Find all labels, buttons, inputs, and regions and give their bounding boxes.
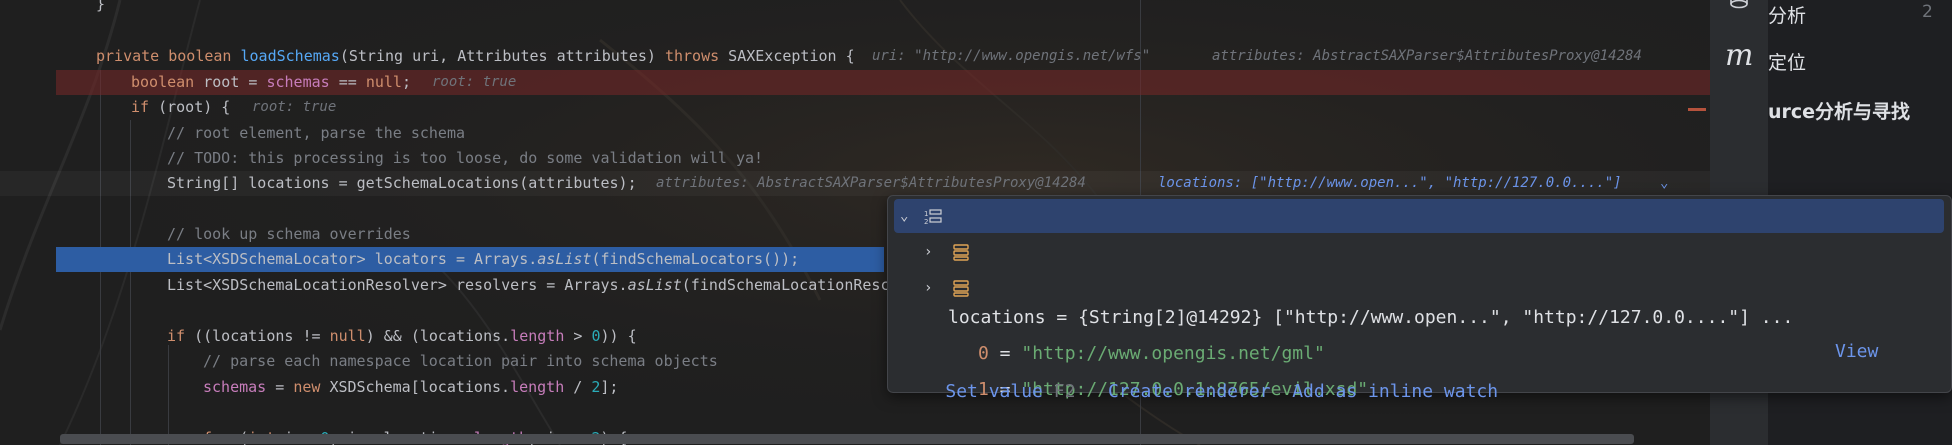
svg-text:2: 2 xyxy=(924,218,928,225)
horizontal-scrollbar[interactable] xyxy=(60,434,1634,444)
code-line[interactable]: String[] locations = getSchemaLocations(… xyxy=(0,171,1710,197)
maven-icon[interactable]: m xyxy=(1725,38,1753,73)
code-line[interactable]: if (root) { root: true xyxy=(0,95,1710,120)
code-text: if ((locations != null) && (locations.le… xyxy=(167,327,637,345)
field-icon xyxy=(953,280,969,297)
inline-value-link[interactable]: locations: ["http://www.open...", "http:… xyxy=(1158,171,1622,196)
create-renderer-link[interactable]: Create renderer xyxy=(1108,381,1271,402)
tree-node-locations[interactable]: ⌄ 1 2 locations = {String[2]@14292} ["ht… xyxy=(894,199,1944,362)
code-comment: // look up schema overrides xyxy=(167,225,411,243)
code-line[interactable]: boolean root = schemas == null; root: tr… xyxy=(0,70,1710,95)
chevron-right-icon[interactable]: › xyxy=(924,235,932,269)
code-line[interactable]: private boolean loadSchemas(String uri, … xyxy=(0,44,1710,69)
shortcut-label: F2 xyxy=(1053,381,1076,402)
outline-item-active[interactable]: urce分析与寻找 xyxy=(1768,97,1910,124)
code-text: List<XSDSchemaLocator> locators = Arrays… xyxy=(167,250,800,268)
item-count: 2 xyxy=(1922,2,1933,22)
inline-debug-hint: uri: "http://www.opengis.net/wfs" xyxy=(872,48,1151,64)
code-text: } xyxy=(96,0,106,13)
code-line[interactable]: // TODO: this processing is too loose, d… xyxy=(0,146,1710,171)
add-inline-watch-link[interactable]: Add as inline watch xyxy=(1292,381,1498,402)
code-line[interactable]: // root element, parse the schema xyxy=(0,121,1710,146)
code-text: if (root) { xyxy=(131,98,231,116)
database-icon[interactable] xyxy=(1728,0,1750,12)
inline-debug-hint: root: true xyxy=(252,99,337,115)
code-text: schemas = new XSDSchema[locations.length… xyxy=(203,378,619,396)
popup-actions: Set value F2 Create renderer Add as inli… xyxy=(902,356,1498,428)
code-text: boolean root = schemas == null; xyxy=(131,73,411,91)
chevron-down-icon[interactable]: ⌄ xyxy=(1660,171,1668,196)
array-icon: 1 2 xyxy=(924,209,942,225)
inline-debug-hint: attributes: AbstractSAXParser$Attributes… xyxy=(656,175,1086,191)
debug-value-popup[interactable]: ⌄ 1 2 locations = {String[2]@14292} ["ht… xyxy=(887,195,1952,402)
tree-node-item-1[interactable]: › 1 = "http://127.0.0.1:8765/evil.xsd" xyxy=(894,271,1944,400)
inline-debug-hint: root: true xyxy=(432,74,517,90)
tree-node-item-0[interactable]: › 0 = "http://www.opengis.net/gml" xyxy=(894,235,1944,364)
code-text: String[] locations = getSchemaLocations(… xyxy=(167,174,637,192)
error-stripe-marker[interactable] xyxy=(1688,108,1706,111)
variable-expression: locations = {String[2]@14292} ["http://w… xyxy=(948,307,1794,328)
outline-item[interactable]: 分析 xyxy=(1768,1,1806,28)
svg-text:1: 1 xyxy=(924,210,928,218)
method-signature: private boolean loadSchemas(String uri, … xyxy=(96,47,855,65)
code-text: List<XSDSchemaLocationResolver> resolver… xyxy=(167,276,890,294)
outline-item[interactable]: 定位 xyxy=(1768,48,1806,75)
inline-debug-hint: attributes: AbstractSAXParser$Attributes… xyxy=(1212,48,1642,64)
chevron-down-icon[interactable]: ⌄ xyxy=(900,199,908,233)
chevron-right-icon[interactable]: › xyxy=(924,271,932,305)
field-icon xyxy=(953,244,969,261)
set-value-link[interactable]: Set value xyxy=(945,381,1043,402)
view-link[interactable]: View xyxy=(1835,335,1878,369)
code-comment: // TODO: this processing is too loose, d… xyxy=(167,149,764,167)
code-line[interactable]: } xyxy=(0,0,1710,17)
code-comment: // root element, parse the schema xyxy=(167,124,466,142)
code-comment: // parse each namespace location pair in… xyxy=(203,352,718,370)
